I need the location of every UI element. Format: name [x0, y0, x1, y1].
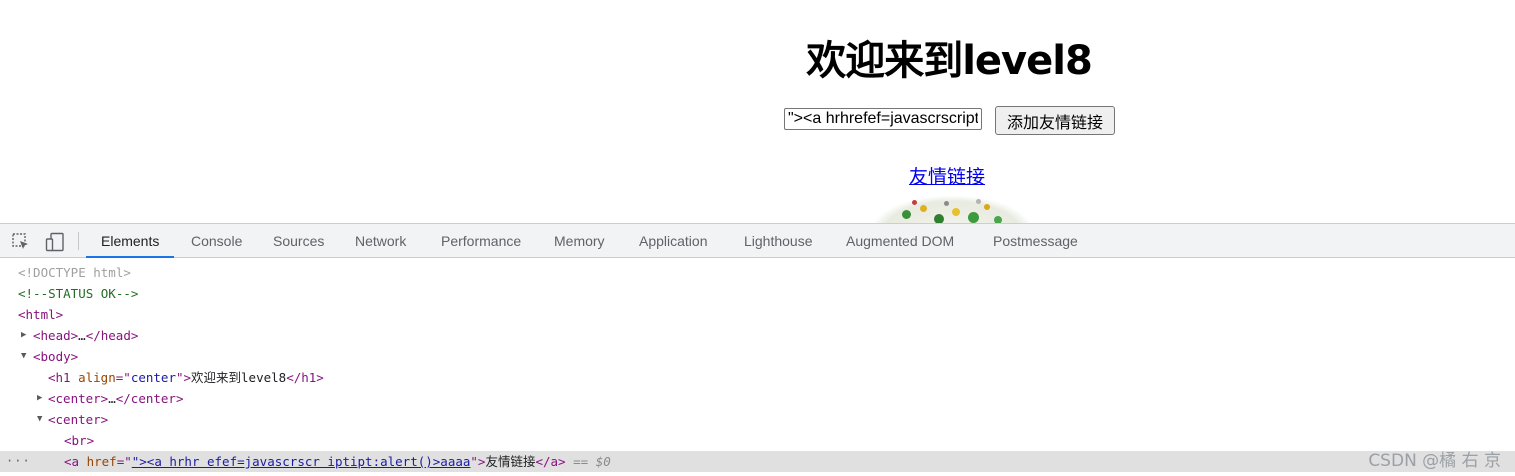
html-tag: <html>	[18, 307, 64, 322]
toolbar-separator	[78, 232, 79, 250]
expand-triangle-icon[interactable]: ▶	[21, 325, 26, 346]
anchor-node: <a href=""><a hrhr efef=javascrscr iptip…	[64, 451, 611, 472]
selected-node-marker: == $0	[573, 454, 611, 469]
friend-link[interactable]: 友情链接	[909, 162, 985, 189]
dom-line-doctype[interactable]: <!DOCTYPE html>	[0, 262, 1515, 283]
h1-tag-end: ">	[175, 370, 192, 385]
h1-attr-value: center	[130, 370, 176, 385]
dom-line-center-collapsed[interactable]: ▶ <center>…</center>	[0, 388, 1515, 409]
dom-line-head[interactable]: ▶ <head>…</head>	[0, 325, 1515, 346]
collapse-triangle-icon[interactable]: ▼	[37, 409, 42, 430]
center-open-tag: <center>	[48, 412, 109, 427]
expand-triangle-icon[interactable]: ▶	[37, 388, 42, 409]
image-speck	[902, 210, 911, 219]
dom-line-h1[interactable]: <h1 align="center">欢迎来到level8</h1>	[0, 367, 1515, 388]
h1-open-tag: <h1	[48, 370, 79, 385]
tab-lighthouse[interactable]: Lighthouse	[744, 224, 813, 257]
br-tag: <br>	[64, 433, 95, 448]
tab-augmented-dom[interactable]: Augmented DOM	[846, 224, 954, 257]
head-open-tag: <head>	[33, 328, 79, 343]
center-close-tag: </center>	[115, 391, 184, 406]
a-tag-end: ">	[470, 454, 486, 469]
tab-sources[interactable]: Sources	[273, 224, 324, 257]
image-speck	[920, 205, 927, 212]
center-ellipsis: …	[108, 391, 116, 406]
h1-close-tag: </h1>	[286, 370, 324, 385]
a-attr-name: href	[86, 454, 117, 469]
watermark: CSDN @橘 右 京	[1368, 451, 1501, 471]
comment-node: <!--STATUS OK-->	[18, 286, 139, 301]
dom-line-comment[interactable]: <!--STATUS OK-->	[0, 283, 1515, 304]
webpage-viewport: 欢迎来到level8 添加友情链接 友情链接	[0, 0, 1515, 223]
tab-network[interactable]: Network	[355, 224, 406, 257]
head-close-tag: </head>	[85, 328, 139, 343]
tab-console[interactable]: Console	[191, 224, 242, 257]
a-close-tag: </a>	[535, 454, 566, 469]
dom-line-anchor-selected[interactable]: ··· <a href=""><a hrhr efef=javascrscr i…	[0, 451, 1515, 472]
page-heading: 欢迎来到level8	[806, 38, 1093, 84]
center-node: <center>…</center>	[48, 388, 183, 409]
tab-performance[interactable]: Performance	[441, 224, 521, 257]
device-toolbar-icon[interactable]	[45, 232, 65, 252]
dom-line-br[interactable]: <br>	[0, 430, 1515, 451]
dom-line-center-expanded[interactable]: ▼ <center>	[0, 409, 1515, 430]
a-text: 友情链接	[485, 454, 536, 469]
head-node: <head>…</head>	[33, 325, 138, 346]
a-open-tag: <a	[64, 454, 87, 469]
dom-line-html[interactable]: <html>	[0, 304, 1515, 325]
center-open-tag: <center>	[48, 391, 109, 406]
h1-attr-name: align	[78, 370, 116, 385]
head-ellipsis: …	[78, 328, 86, 343]
image-speck	[944, 201, 949, 206]
elements-dom-tree: <!DOCTYPE html> <!--STATUS OK--> <html> …	[0, 259, 1515, 476]
image-speck	[984, 204, 990, 210]
devtools-panel: Elements Console Sources Network Perform…	[0, 223, 1515, 476]
add-link-button[interactable]: 添加友情链接	[995, 106, 1115, 135]
body-tag: <body>	[33, 349, 79, 364]
level-image	[872, 196, 1032, 223]
devtools-toolbar: Elements Console Sources Network Perform…	[0, 224, 1515, 258]
image-speck	[912, 200, 917, 205]
tab-application[interactable]: Application	[639, 224, 708, 257]
more-dots-icon[interactable]: ···	[6, 451, 31, 472]
h1-attr-eq: ="	[115, 370, 131, 385]
image-speck	[976, 199, 981, 204]
collapse-triangle-icon[interactable]: ▼	[21, 346, 26, 367]
dom-line-body[interactable]: ▼ <body>	[0, 346, 1515, 367]
link-input[interactable]	[784, 108, 982, 130]
image-speck	[968, 212, 979, 223]
tab-postmessage[interactable]: Postmessage	[993, 224, 1078, 257]
tab-elements[interactable]: Elements	[85, 224, 175, 258]
image-speck	[952, 208, 960, 216]
image-speck	[994, 216, 1002, 223]
tab-memory[interactable]: Memory	[554, 224, 605, 257]
a-attr-value-link[interactable]: "><a hrhr efef=javascrscr iptipt:alert()…	[132, 454, 471, 469]
doctype-node: <!DOCTYPE html>	[18, 265, 131, 280]
image-speck	[934, 214, 944, 223]
inspect-element-icon[interactable]	[11, 232, 31, 252]
a-attr-eq: ="	[116, 454, 132, 469]
h1-node: <h1 align="center">欢迎来到level8</h1>	[48, 367, 324, 388]
h1-text: 欢迎来到level8	[191, 370, 287, 385]
